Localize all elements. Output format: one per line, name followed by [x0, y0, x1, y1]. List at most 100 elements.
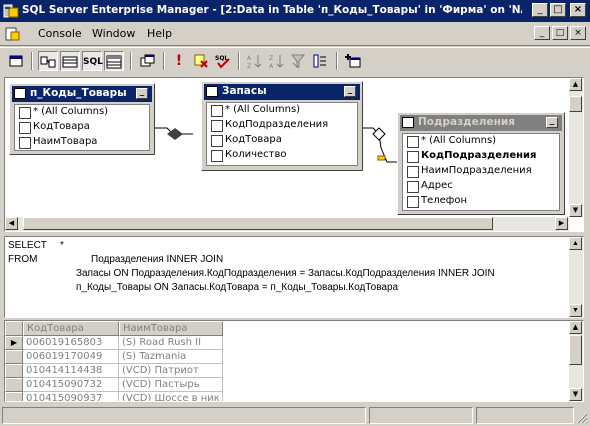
table-window-podrazdeleniya[interactable]: Подразделения _ * (All Columns) КодПодра…	[397, 112, 565, 215]
results-grid[interactable]: КодТовара НаимТовара ▶ 006019165803 (S) …	[4, 320, 584, 402]
mdi-close-button[interactable]: ×	[570, 26, 586, 40]
scroll-thumb[interactable]	[569, 335, 582, 365]
grid-cell[interactable]: (VCD) Пастырь	[119, 378, 223, 392]
scroll-down-button[interactable]: ▼	[569, 304, 582, 317]
column-row[interactable]: КодТовара	[15, 120, 149, 135]
column-row[interactable]: * (All Columns)	[207, 103, 357, 118]
grid-cell[interactable]: (S) Tazmania	[119, 350, 223, 364]
grid-cell[interactable]: (VCD) Патриот	[119, 364, 223, 378]
scroll-down-button[interactable]: ▼	[569, 388, 582, 401]
diagram-vertical-scrollbar[interactable]: ▲ ▼	[569, 78, 583, 217]
scroll-down-button[interactable]: ▼	[569, 204, 582, 217]
sort-ascending-icon[interactable]: AZ	[244, 51, 264, 71]
sql-pane[interactable]: SELECT * FROM Подразделения INNER JOIN З…	[4, 236, 584, 318]
column-row[interactable]: * (All Columns)	[403, 134, 559, 149]
column-row[interactable]: * (All Columns)	[15, 105, 149, 120]
column-checkbox[interactable]	[19, 137, 31, 149]
column-checkbox[interactable]	[211, 105, 223, 117]
column-row[interactable]: НаимПодразделения	[403, 164, 559, 179]
scroll-up-button[interactable]: ▲	[569, 237, 582, 250]
maximize-button[interactable]: □	[550, 3, 566, 17]
scroll-thumb[interactable]	[569, 96, 582, 112]
minimize-button[interactable]: _	[532, 3, 548, 17]
column-row[interactable]: КодТовара	[207, 133, 357, 148]
column-name: НаимПодразделения	[421, 165, 532, 176]
scroll-up-button[interactable]: ▲	[569, 78, 582, 91]
sort-descending-icon[interactable]: ZA	[266, 51, 286, 71]
column-checkbox[interactable]	[407, 166, 419, 178]
row-header[interactable]	[5, 378, 23, 392]
column-row[interactable]: КодПодразделения	[207, 118, 357, 133]
column-name: КодПодразделения	[421, 150, 537, 161]
table-minimize-button[interactable]: _	[344, 86, 356, 97]
close-button[interactable]: ×	[570, 3, 586, 17]
column-checkbox[interactable]	[407, 181, 419, 193]
add-table-icon[interactable]	[343, 51, 363, 71]
sql-icon[interactable]: SQL	[82, 51, 103, 71]
table-window-zapasy[interactable]: Запасы _ * (All Columns) КодПодразделени…	[201, 81, 363, 171]
properties-icon[interactable]	[6, 51, 26, 71]
sql-vertical-scrollbar[interactable]: ▲ ▼	[569, 237, 583, 317]
grid-cell[interactable]: 010414114438	[23, 364, 119, 378]
column-checkbox[interactable]	[19, 107, 31, 119]
group-by-icon[interactable]	[310, 51, 330, 71]
grid-cell[interactable]: (VCD) Шоссе в ник	[119, 392, 223, 401]
row-header[interactable]	[5, 364, 23, 378]
menu-console[interactable]: Console	[38, 27, 82, 40]
new-window-icon[interactable]	[138, 51, 158, 71]
row-header[interactable]	[5, 392, 23, 401]
column-header[interactable]: НаимТовара	[119, 321, 223, 336]
mdi-restore-button[interactable]: □	[552, 26, 568, 40]
column-row[interactable]: Телефон	[403, 194, 559, 209]
column-checkbox[interactable]	[407, 151, 419, 163]
grid-cell[interactable]: 006019170049	[23, 350, 119, 364]
remove-filter-icon[interactable]	[288, 51, 308, 71]
column-header[interactable]: КодТовара	[23, 321, 119, 336]
column-checkbox[interactable]	[211, 135, 223, 147]
menu-window[interactable]: Window	[92, 27, 135, 40]
grid-cell[interactable]: (S) Road Rush II	[119, 336, 223, 350]
table-minimize-button[interactable]: _	[136, 88, 148, 99]
show-diagram-icon[interactable]	[38, 51, 58, 71]
grid-cell[interactable]: 010415090732	[23, 378, 119, 392]
show-results-icon[interactable]	[104, 51, 124, 71]
mdi-minimize-button[interactable]: _	[534, 26, 550, 40]
table-minimize-button[interactable]: _	[546, 117, 558, 128]
column-row[interactable]: НаимТовара	[15, 135, 149, 150]
table-header[interactable]: Запасы _	[204, 84, 360, 100]
run-icon[interactable]: !	[169, 51, 189, 71]
table-window-kody-tovary[interactable]: п_Коды_Товары _ * (All Columns) КодТовар…	[9, 83, 155, 155]
document-icon[interactable]	[4, 26, 20, 42]
column-row[interactable]: КодПодразделения	[403, 149, 559, 164]
menu-help[interactable]: Help	[147, 27, 172, 40]
diagram-pane[interactable]: п_Коды_Товары _ * (All Columns) КодТовар…	[4, 77, 584, 232]
column-checkbox[interactable]	[407, 196, 419, 208]
scroll-right-button[interactable]: ▶	[555, 217, 568, 230]
table-header[interactable]: Подразделения _	[400, 115, 562, 131]
title-bar[interactable]: SQL Server Enterprise Manager - [2:Data …	[0, 0, 590, 22]
grid-cell[interactable]: 010415090937	[23, 392, 119, 401]
scroll-left-button[interactable]: ◀	[5, 217, 18, 230]
row-header[interactable]	[5, 350, 23, 364]
app-icon[interactable]	[3, 3, 19, 19]
status-panel	[369, 407, 473, 424]
table-header[interactable]: п_Коды_Товары _	[12, 86, 152, 102]
column-checkbox[interactable]	[211, 150, 223, 162]
resize-grip-icon[interactable]	[576, 412, 588, 424]
status-bar	[0, 404, 590, 426]
show-grid-icon[interactable]	[60, 51, 80, 71]
column-checkbox[interactable]	[19, 122, 31, 134]
sql-text: Подразделения INNER JOIN	[91, 254, 224, 265]
current-row-indicator[interactable]: ▶	[5, 336, 23, 350]
column-row[interactable]: Адрес	[403, 179, 559, 194]
grid-vertical-scrollbar[interactable]: ▲ ▼	[569, 321, 583, 401]
scroll-thumb[interactable]	[23, 217, 493, 230]
column-checkbox[interactable]	[407, 136, 419, 148]
column-checkbox[interactable]	[211, 120, 223, 132]
grid-cell[interactable]: 006019165803	[23, 336, 119, 350]
column-row[interactable]: Количество	[207, 148, 357, 163]
diagram-horizontal-scrollbar[interactable]: ◀ ▶	[5, 217, 569, 231]
cancel-query-icon[interactable]	[191, 51, 211, 71]
verify-sql-icon[interactable]: SQL	[213, 51, 233, 71]
scroll-up-button[interactable]: ▲	[569, 321, 582, 334]
